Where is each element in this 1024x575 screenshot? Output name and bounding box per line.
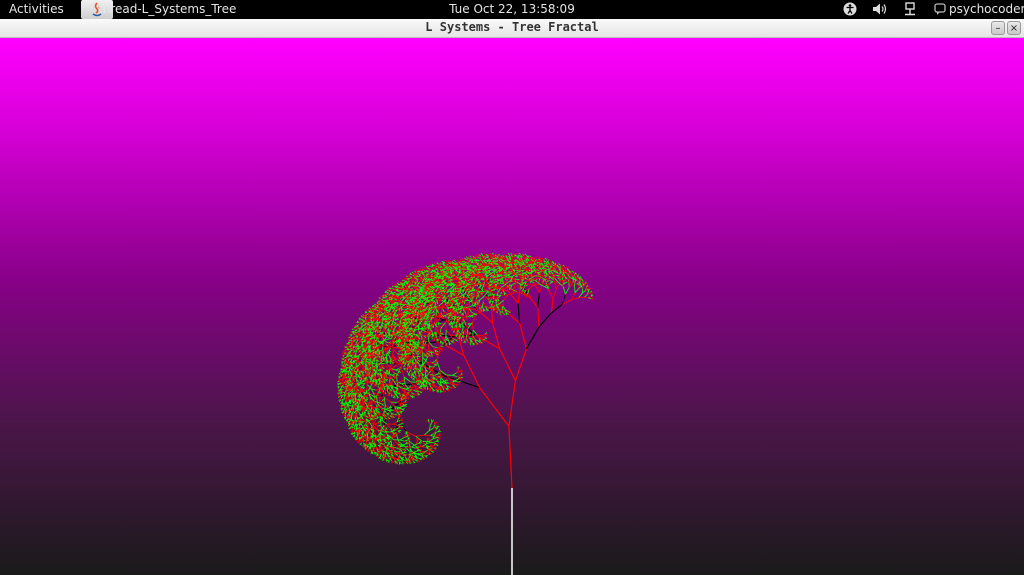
volume-icon[interactable] [872,2,888,18]
user-chat-icon[interactable] [934,2,946,18]
network-icon[interactable] [903,2,917,18]
close-button[interactable]: × [1007,21,1021,35]
accessibility-icon[interactable] [843,2,857,18]
window-title: L Systems - Tree Fractal [425,20,599,34]
top-bar: Activities thread-L_Systems_Tree Tue Oct… [0,0,1024,19]
clock[interactable]: Tue Oct 22, 13:58:09 [0,2,1024,16]
window-titlebar[interactable]: L Systems - Tree Fractal – × [0,19,1024,38]
fractal-canvas[interactable] [0,38,1024,575]
tree-fractal [337,252,594,575]
minimize-button[interactable]: – [991,21,1005,35]
user-menu[interactable]: psychocoder [949,2,1024,16]
